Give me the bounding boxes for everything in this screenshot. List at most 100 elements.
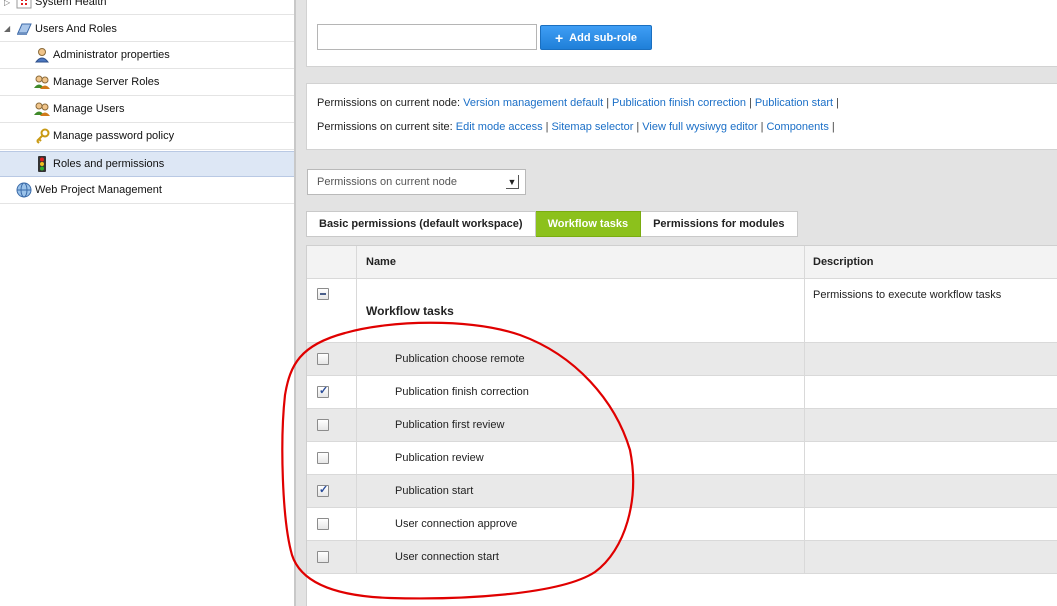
group-checkbox-partial[interactable] xyxy=(317,288,329,300)
tree-item-system-health[interactable]: ▷ System Health xyxy=(0,0,294,15)
users-icon xyxy=(34,101,50,117)
node-permissions-label: Permissions on current node: xyxy=(317,97,461,109)
table-row: User connection approve xyxy=(307,508,1057,541)
tree-item-roles-and-permissions[interactable]: Roles and permissions xyxy=(0,151,294,177)
sidebar-divider[interactable] xyxy=(294,0,296,606)
workflow-permissions-grid: Name Description Workflow tasks Permissi… xyxy=(306,245,1057,606)
tree-item-manage-password-policy[interactable]: Manage password policy xyxy=(0,124,294,150)
tree-item-administrator-properties[interactable]: Administrator properties xyxy=(0,43,294,69)
checkbox-cell xyxy=(307,541,357,573)
task-description-cell xyxy=(805,442,1057,474)
permission-checkbox-checked[interactable]: ✓ xyxy=(317,385,329,398)
permission-checkbox-checked[interactable]: ✓ xyxy=(317,484,329,497)
node-permission-link[interactable]: Publication finish correction xyxy=(612,97,746,109)
globe-icon xyxy=(16,182,32,198)
server-roles-icon xyxy=(34,74,50,90)
tree-item-manage-users[interactable]: Manage Users xyxy=(0,97,294,123)
permission-checkbox[interactable] xyxy=(317,551,329,563)
task-name: User connection approve xyxy=(395,518,518,530)
separator: | xyxy=(831,121,835,133)
table-row: ✓ Publication finish correction xyxy=(307,376,1057,409)
permission-tabs: Basic permissions (default workspace) Wo… xyxy=(306,211,798,237)
site-permission-link[interactable]: View full wysiwyg editor xyxy=(642,121,757,133)
permission-checkbox[interactable] xyxy=(317,518,329,530)
sidebar-item-label: System Health xyxy=(35,0,107,8)
task-name-cell: Publication finish correction xyxy=(357,376,805,408)
expand-arrow-icon[interactable]: ▷ xyxy=(4,0,12,7)
users-and-roles-icon xyxy=(16,21,32,37)
tree-item-users-and-roles[interactable]: ◢ Users And Roles xyxy=(0,16,294,42)
sidebar-item-label: Web Project Management xyxy=(35,184,162,196)
task-name-cell: Publication first review xyxy=(357,409,805,441)
node-permission-link[interactable]: Publication start xyxy=(755,97,833,109)
sub-role-name-input[interactable] xyxy=(317,24,537,50)
sidebar-item-label: Manage Users xyxy=(53,103,125,115)
sidebar-item-label: Users And Roles xyxy=(35,23,117,35)
task-name: Publication first review xyxy=(395,419,505,431)
task-name: User connection start xyxy=(395,551,499,563)
header-checkbox-cell xyxy=(307,246,357,278)
task-description-cell xyxy=(805,343,1057,375)
group-checkbox-cell xyxy=(307,279,357,342)
task-name-cell: User connection approve xyxy=(357,508,805,540)
site-permissions-line: Permissions on current site: Edit mode a… xyxy=(317,121,838,133)
indeterminate-mark-icon xyxy=(320,293,326,295)
permission-checkbox[interactable] xyxy=(317,419,329,431)
task-description-cell xyxy=(805,376,1057,408)
sidebar-item-label: Manage password policy xyxy=(53,130,175,142)
group-description: Permissions to execute workflow tasks xyxy=(813,289,1002,301)
permission-checkbox[interactable] xyxy=(317,353,329,365)
site-permission-link[interactable]: Components xyxy=(766,121,828,133)
grid-header-row: Name Description xyxy=(307,246,1057,279)
plus-icon: + xyxy=(554,29,564,46)
checkbox-cell xyxy=(307,442,357,474)
checkbox-cell: ✓ xyxy=(307,376,357,408)
traffic-light-icon xyxy=(34,156,50,172)
description-header-label: Description xyxy=(813,256,874,268)
dropdown-arrow-icon[interactable]: ▼ xyxy=(506,175,519,189)
task-description-cell xyxy=(805,508,1057,540)
table-row: Publication first review xyxy=(307,409,1057,442)
description-column-header[interactable]: Description xyxy=(805,246,1057,278)
site-permission-link[interactable]: Edit mode access xyxy=(456,121,543,133)
task-description-cell xyxy=(805,475,1057,507)
checkbox-cell: ✓ xyxy=(307,475,357,507)
task-name-cell: User connection start xyxy=(357,541,805,573)
separator: | xyxy=(748,97,752,109)
task-name-cell: Publication review xyxy=(357,442,805,474)
checkbox-cell xyxy=(307,409,357,441)
separator: | xyxy=(636,121,640,133)
group-row-workflow-tasks: Workflow tasks Permissions to execute wo… xyxy=(307,279,1057,343)
site-permission-link[interactable]: Sitemap selector xyxy=(551,121,633,133)
tree-item-web-project-management[interactable]: Web Project Management xyxy=(0,178,294,204)
task-name: Publication review xyxy=(395,452,484,464)
node-permissions-line: Permissions on current node: Version man… xyxy=(317,97,842,109)
name-column-header[interactable]: Name xyxy=(357,246,805,278)
group-name-cell: Workflow tasks xyxy=(357,279,805,342)
tab-permissions-for-modules[interactable]: Permissions for modules xyxy=(641,211,798,237)
system-health-icon xyxy=(16,0,32,10)
table-row: Publication choose remote xyxy=(307,343,1057,376)
site-permissions-label: Permissions on current site: xyxy=(317,121,453,133)
add-sub-role-button[interactable]: + Add sub-role xyxy=(540,25,652,50)
add-sub-role-label: Add sub-role xyxy=(569,31,638,44)
collapse-arrow-icon[interactable]: ◢ xyxy=(4,25,12,33)
table-row: ✓ Publication start xyxy=(307,475,1057,508)
tab-workflow-tasks[interactable]: Workflow tasks xyxy=(535,211,642,237)
permission-checkbox[interactable] xyxy=(317,452,329,464)
task-name-cell: Publication start xyxy=(357,475,805,507)
permissions-summary-panel xyxy=(306,83,1057,150)
key-icon xyxy=(34,128,50,144)
sidebar-item-label: Manage Server Roles xyxy=(53,76,160,88)
checkbox-cell xyxy=(307,508,357,540)
tree-item-manage-server-roles[interactable]: Manage Server Roles xyxy=(0,70,294,96)
task-name: Publication choose remote xyxy=(395,353,525,365)
sidebar-item-label: Administrator properties xyxy=(53,49,170,61)
checkbox-cell xyxy=(307,343,357,375)
permission-scope-select[interactable]: Permissions on current node ▼ xyxy=(307,169,526,195)
scope-select-value: Permissions on current node xyxy=(317,176,458,188)
separator: | xyxy=(760,121,764,133)
administrator-icon xyxy=(34,47,50,63)
tab-basic-permissions[interactable]: Basic permissions (default workspace) xyxy=(306,211,536,237)
node-permission-link[interactable]: Version management default xyxy=(463,97,603,109)
